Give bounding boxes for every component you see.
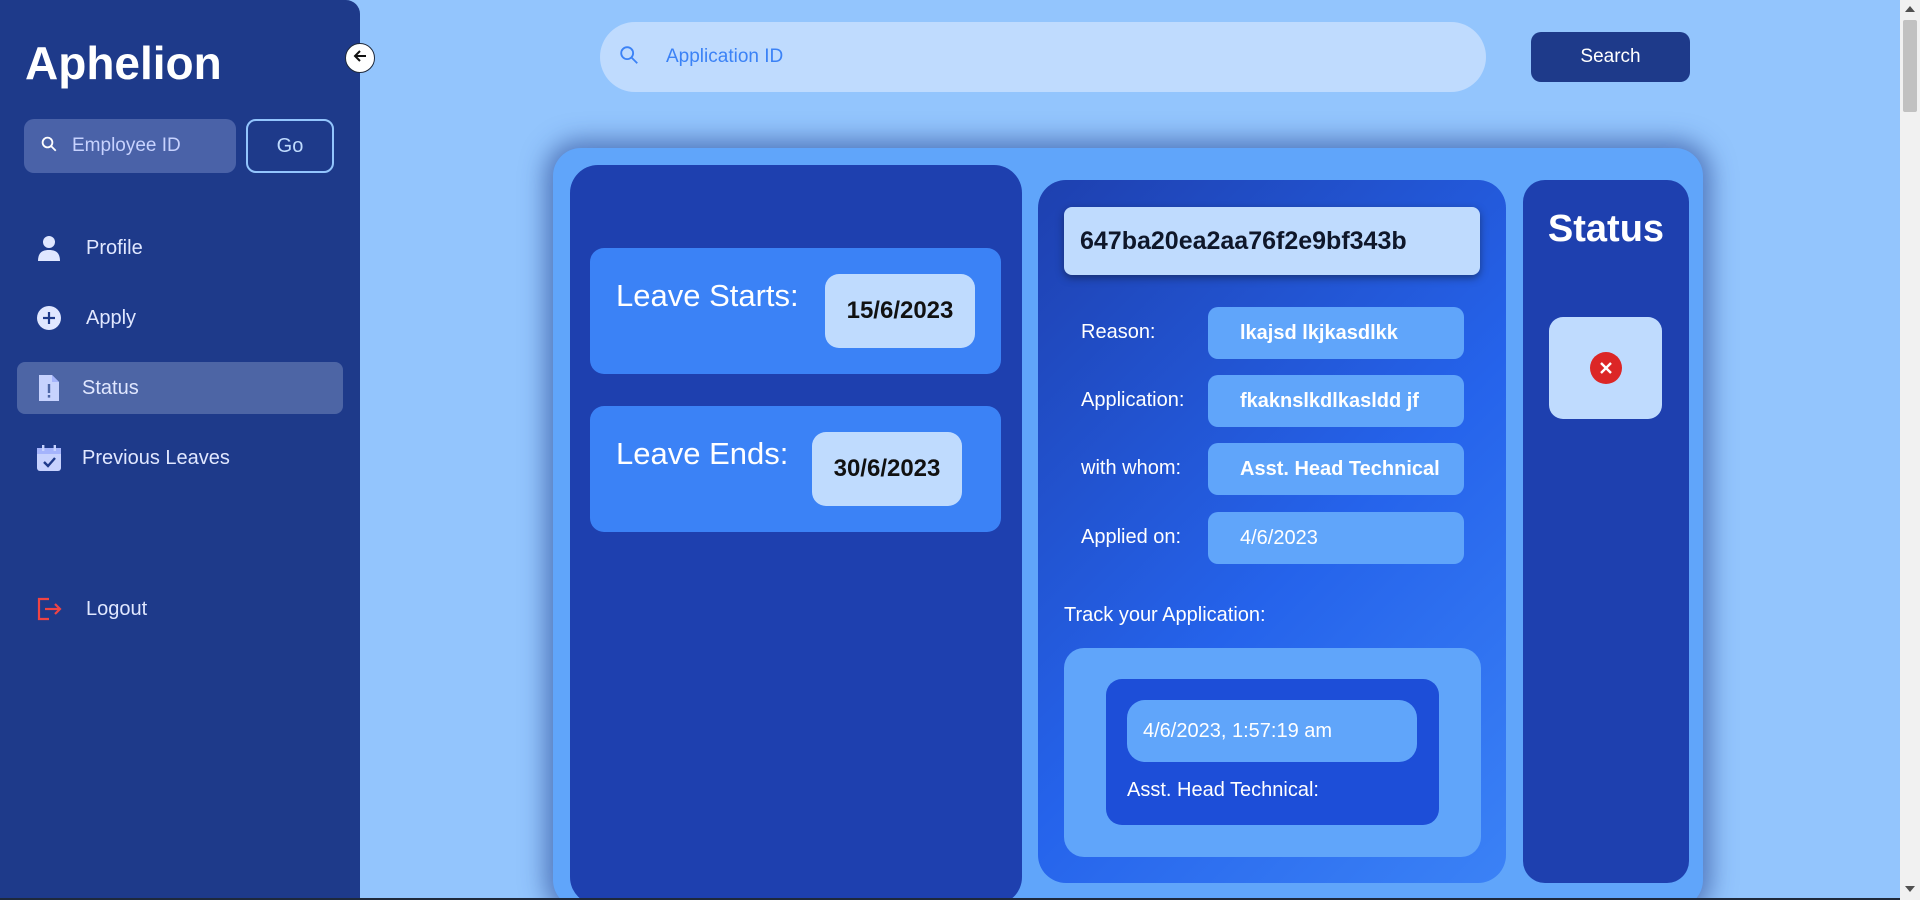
plus-circle-icon — [32, 305, 66, 331]
sidebar-item-previous-leaves[interactable]: Previous Leaves — [17, 432, 343, 484]
page-scrollbar[interactable] — [1900, 0, 1920, 900]
scroll-up-icon[interactable] — [1905, 6, 1915, 12]
sidebar-item-profile[interactable]: Profile — [17, 222, 343, 274]
track-application-label: Track your Application: — [1064, 604, 1266, 626]
application-label: Application: — [1081, 389, 1185, 411]
arrow-left-icon — [352, 48, 368, 69]
sidebar-item-label: Apply — [86, 306, 137, 329]
status-panel — [1523, 180, 1689, 883]
search-button[interactable]: Search — [1531, 32, 1690, 82]
logout-icon — [32, 595, 66, 623]
with-whom-value: Asst. Head Technical — [1208, 443, 1464, 495]
scroll-thumb[interactable] — [1903, 20, 1917, 112]
with-whom-label: with whom: — [1081, 457, 1182, 479]
reject-icon — [1589, 352, 1622, 384]
employee-id-input[interactable] — [72, 135, 222, 157]
employee-search-field[interactable] — [24, 119, 236, 173]
application-id-display: 647ba20ea2aa76f2e9bf343b — [1064, 207, 1480, 275]
application-search-field[interactable] — [600, 22, 1486, 92]
leave-end-date: 30/6/2023 — [812, 432, 962, 506]
tracking-timestamp: 4/6/2023, 1:57:19 am — [1127, 700, 1417, 762]
status-title: Status — [1547, 208, 1665, 250]
sidebar-item-status[interactable]: Status — [17, 362, 343, 414]
application-row: Application: fkaknslkdlkasldd jf — [1081, 375, 1464, 429]
sidebar: Aphelion Go Profile Apply Status Previou… — [0, 0, 360, 900]
collapse-sidebar-button[interactable] — [345, 43, 375, 73]
leave-end-box: Leave Ends: 30/6/2023 — [590, 406, 1001, 532]
search-icon — [618, 44, 640, 71]
tracking-approver: Asst. Head Technical: — [1127, 779, 1319, 801]
app-logo: Aphelion — [25, 37, 222, 89]
reason-label: Reason: — [1081, 321, 1156, 343]
reason-value: lkajsd lkjkasdlkk — [1208, 307, 1464, 359]
leave-start-box: Leave Starts: 15/6/2023 — [590, 248, 1001, 374]
logout-label: Logout — [86, 597, 148, 620]
applied-on-value: 4/6/2023 — [1208, 512, 1464, 564]
status-indicator — [1549, 317, 1662, 419]
applied-on-label: Applied on: — [1081, 526, 1182, 548]
user-icon — [32, 235, 66, 261]
search-icon — [40, 135, 58, 158]
leave-start-date: 15/6/2023 — [825, 274, 975, 348]
sidebar-item-label: Previous Leaves — [82, 446, 230, 469]
sidebar-item-label: Profile — [86, 236, 143, 259]
reason-row: Reason: lkajsd lkjkasdlkk — [1081, 307, 1464, 361]
calendar-check-icon — [32, 444, 66, 472]
with-whom-row: with whom: Asst. Head Technical — [1081, 443, 1464, 497]
leave-start-label: Leave Starts: — [616, 278, 799, 313]
sidebar-item-label: Status — [82, 376, 139, 399]
go-button[interactable]: Go — [246, 119, 334, 173]
scroll-down-icon[interactable] — [1905, 886, 1915, 892]
application-id-input[interactable] — [666, 46, 1446, 68]
leave-end-label: Leave Ends: — [616, 436, 789, 471]
logout-button[interactable]: Logout — [17, 583, 343, 635]
file-alert-icon — [32, 373, 66, 403]
applied-on-row: Applied on: 4/6/2023 — [1081, 512, 1464, 566]
application-value: fkaknslkdlkasldd jf — [1208, 375, 1464, 427]
sidebar-item-apply[interactable]: Apply — [17, 292, 343, 344]
